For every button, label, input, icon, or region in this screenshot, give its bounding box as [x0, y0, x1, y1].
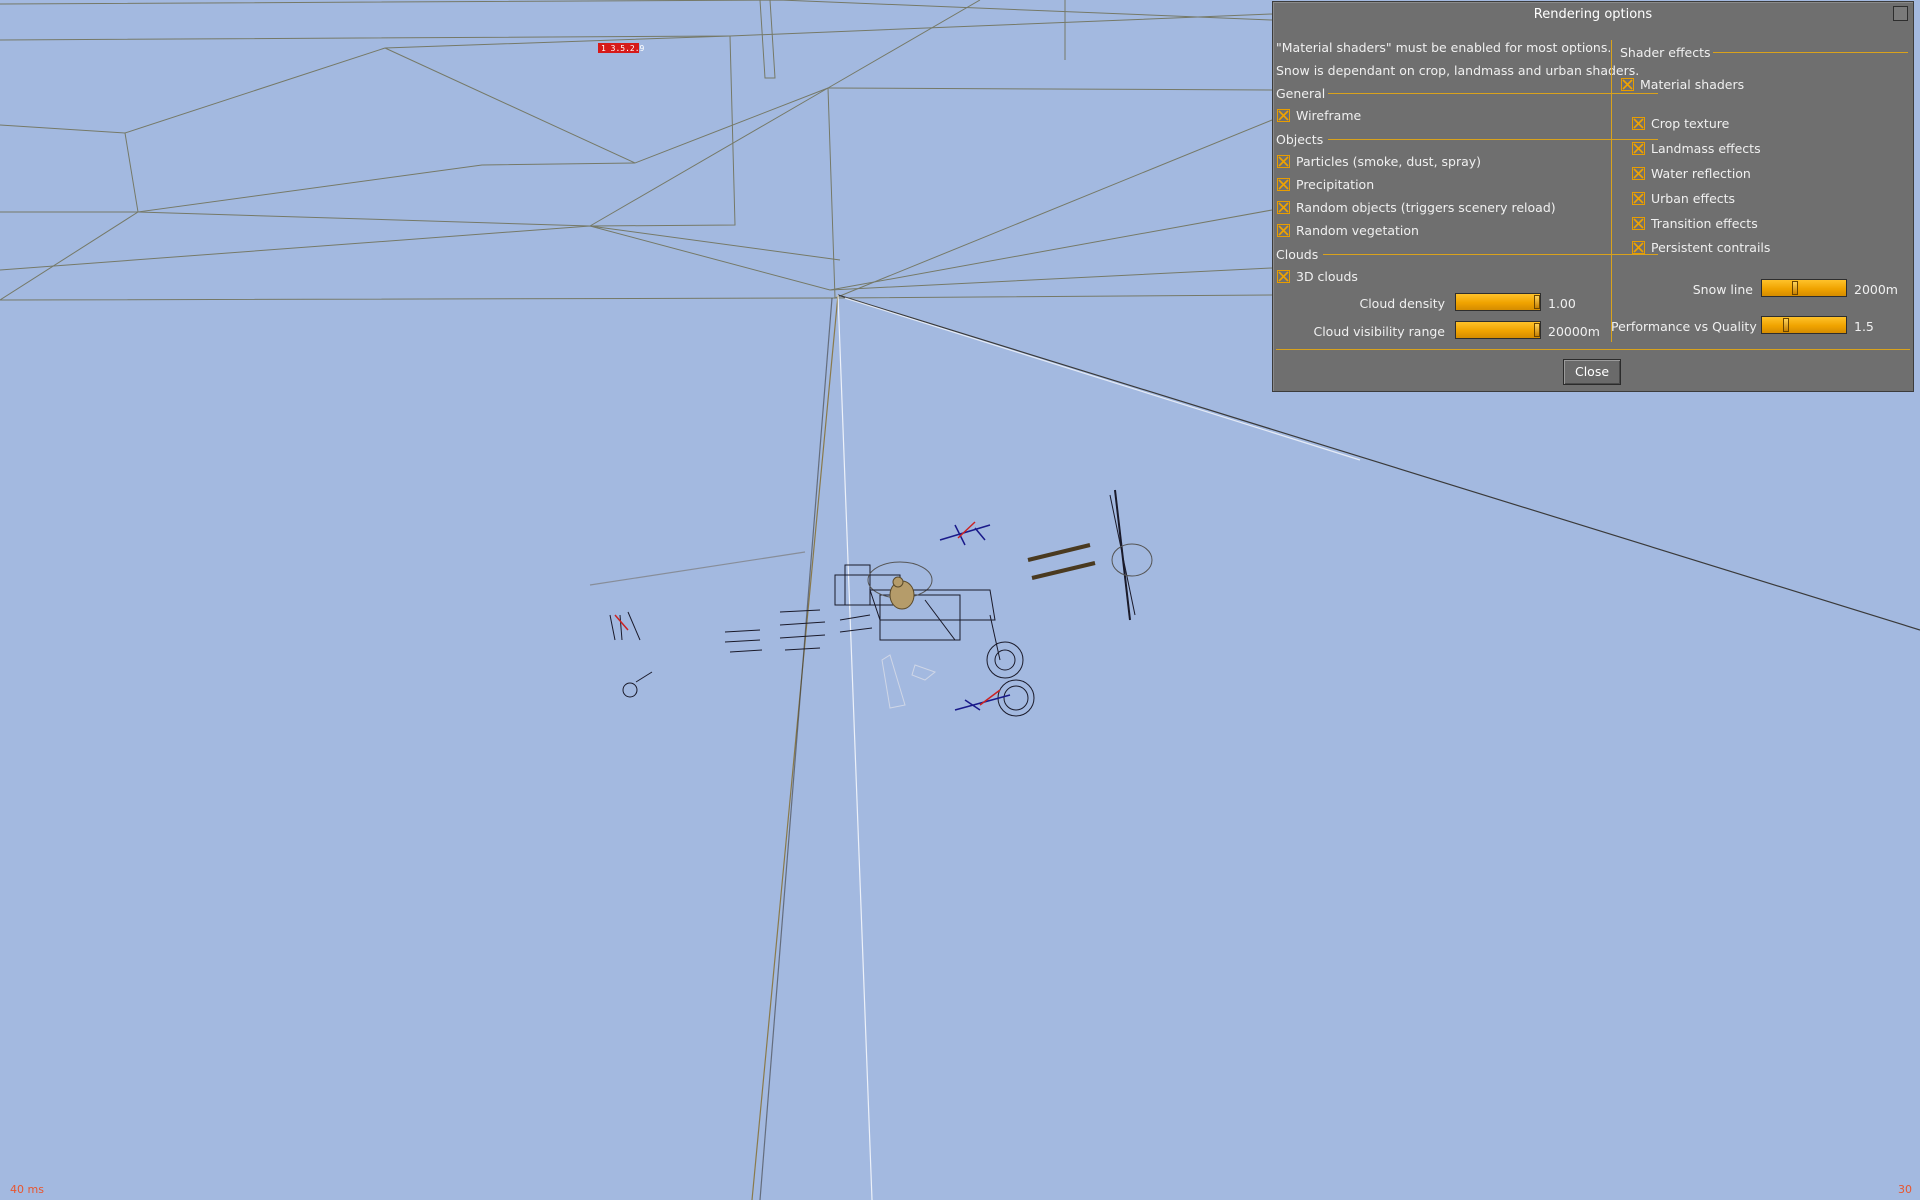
random-objects-checkbox[interactable] [1277, 201, 1290, 214]
pilot-figure [889, 576, 915, 610]
check-mark-icon [1278, 202, 1289, 213]
section-objects: Objects [1276, 132, 1324, 147]
cloud-density-value: 1.00 [1548, 296, 1576, 311]
crop-texture-label: Crop texture [1651, 116, 1730, 131]
column-divider [1611, 40, 1612, 342]
check-mark-icon [1278, 156, 1289, 167]
random-vegetation-checkbox[interactable] [1277, 224, 1290, 237]
3d-clouds-checkbox[interactable] [1277, 270, 1290, 283]
window-close-box[interactable] [1893, 6, 1908, 21]
snow-line-label: Snow line [1692, 282, 1753, 297]
particles-checkbox[interactable] [1277, 155, 1290, 168]
cloud-visibility-slider[interactable] [1455, 321, 1541, 339]
check-mark-icon [1278, 179, 1289, 190]
transition-effects-label: Transition effects [1651, 216, 1758, 231]
check-mark-icon [1278, 271, 1289, 282]
crop-texture-checkbox[interactable] [1632, 117, 1645, 130]
3d-clouds-label: 3D clouds [1296, 269, 1358, 284]
section-general: General [1276, 86, 1326, 101]
urban-effects-checkbox[interactable] [1632, 192, 1645, 205]
section-clouds-divider [1323, 254, 1658, 255]
section-objects-divider [1328, 139, 1658, 140]
snow-line-slider-thumb[interactable] [1792, 281, 1798, 295]
section-clouds: Clouds [1276, 247, 1319, 262]
section-shader-effects-divider [1713, 52, 1908, 53]
aircraft-tag-text: 1 3.5.2.9 [601, 44, 645, 53]
water-reflection-label: Water reflection [1651, 166, 1751, 181]
precipitation-label: Precipitation [1296, 177, 1375, 192]
cloud-density-slider[interactable] [1455, 293, 1541, 311]
wireframe-label: Wireframe [1296, 108, 1362, 123]
check-mark-icon [1633, 193, 1644, 204]
section-general-divider [1328, 93, 1658, 94]
check-mark-icon [1633, 168, 1644, 179]
random-objects-label: Random objects (triggers scenery reload) [1296, 200, 1556, 215]
cloud-density-label: Cloud density [1359, 296, 1445, 311]
performance-quality-value: 1.5 [1854, 319, 1874, 334]
bottom-divider [1276, 349, 1910, 350]
urban-effects-label: Urban effects [1651, 191, 1736, 206]
check-mark-icon [1633, 143, 1644, 154]
exhaust-stacks [1027, 543, 1096, 580]
check-mark-icon [1633, 218, 1644, 229]
persistent-contrails-label: Persistent contrails [1651, 240, 1771, 255]
transition-effects-checkbox[interactable] [1632, 217, 1645, 230]
note-material-shaders: "Material shaders" must be enabled for m… [1276, 40, 1612, 55]
precipitation-checkbox[interactable] [1277, 178, 1290, 191]
performance-quality-slider[interactable] [1761, 316, 1847, 334]
cloud-visibility-label: Cloud visibility range [1313, 324, 1445, 339]
cloud-density-slider-thumb[interactable] [1534, 295, 1540, 309]
check-mark-icon [1278, 110, 1289, 121]
material-shaders-checkbox[interactable] [1621, 78, 1634, 91]
particles-label: Particles (smoke, dust, spray) [1296, 154, 1482, 169]
persistent-contrails-checkbox[interactable] [1632, 241, 1645, 254]
section-shader-effects: Shader effects [1620, 45, 1711, 60]
check-mark-icon [1622, 79, 1633, 90]
check-mark-icon [1633, 118, 1644, 129]
snow-line-value: 2000m [1854, 282, 1898, 297]
water-reflection-checkbox[interactable] [1632, 167, 1645, 180]
check-mark-icon [1633, 242, 1644, 253]
snow-line-slider[interactable] [1761, 279, 1847, 297]
ground-lines [589, 294, 1920, 1200]
frame-time-readout: 40 ms [10, 1183, 44, 1196]
material-shaders-label: Material shaders [1640, 77, 1745, 92]
aircraft-wireframe [609, 489, 1153, 717]
cloud-visibility-value: 20000m [1548, 324, 1600, 339]
note-snow-dependency: Snow is dependant on crop, landmass and … [1276, 63, 1640, 78]
rendering-options-dialog: Rendering options "Material shaders" mus… [1272, 1, 1914, 392]
landmass-effects-checkbox[interactable] [1632, 142, 1645, 155]
fps-readout: 30 [1898, 1183, 1912, 1196]
random-vegetation-label: Random vegetation [1296, 223, 1419, 238]
check-mark-icon [1278, 225, 1289, 236]
performance-quality-label: Performance vs Quality [1611, 319, 1757, 334]
axis-markers [614, 521, 1011, 711]
wireframe-checkbox[interactable] [1277, 109, 1290, 122]
close-button[interactable]: Close [1563, 359, 1621, 385]
cloud-visibility-slider-thumb[interactable] [1534, 323, 1540, 337]
dialog-title: Rendering options [1533, 7, 1653, 22]
landmass-effects-label: Landmass effects [1651, 141, 1761, 156]
performance-quality-slider-thumb[interactable] [1783, 318, 1789, 332]
